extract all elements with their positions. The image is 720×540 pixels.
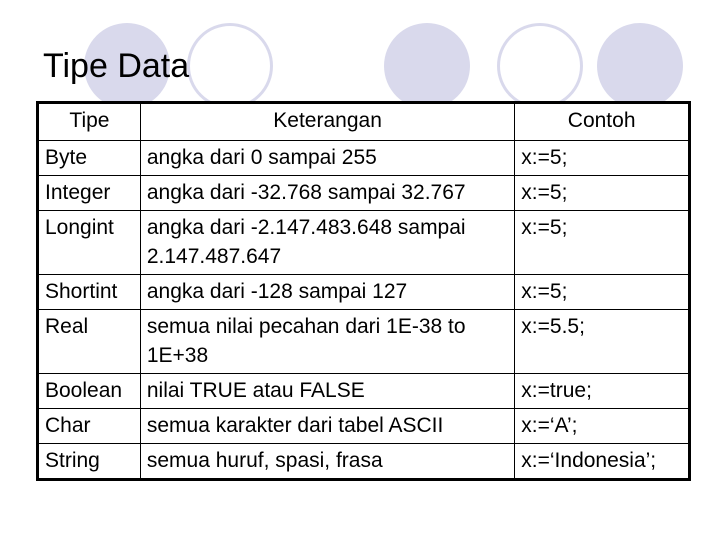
table-row: Char semua karakter dari tabel ASCII x:=… [37, 408, 690, 444]
cell-keterangan: nilai TRUE atau FALSE [139, 373, 516, 409]
table-row: Longint angka dari -2.147.483.648 sampai… [37, 210, 690, 275]
slide-title: Tipe Data [43, 47, 190, 85]
data-types-table: Tipe Keterangan Contoh Byte angka dari 0… [36, 101, 691, 481]
cell-contoh: x:=true; [514, 373, 690, 409]
cell-contoh: x:=‘Indonesia’; [514, 443, 690, 480]
header-contoh: Contoh [514, 102, 690, 141]
decorative-circle-filled [597, 23, 683, 109]
cell-tipe: Shortint [37, 274, 141, 310]
cell-keterangan: angka dari 0 sampai 255 [139, 140, 516, 176]
table-row: String semua huruf, spasi, frasa x:=‘Ind… [37, 443, 690, 480]
cell-contoh: x:=5; [514, 175, 690, 211]
cell-keterangan: semua karakter dari tabel ASCII [139, 408, 516, 444]
decorative-circle-outline [497, 23, 583, 109]
cell-contoh: x:=5; [514, 210, 690, 275]
cell-contoh: x:=5.5; [514, 309, 690, 374]
cell-tipe: Byte [37, 140, 141, 176]
cell-tipe: Longint [37, 210, 141, 275]
table-row: Real semua nilai pecahan dari 1E-38 to 1… [37, 309, 690, 374]
cell-contoh: x:=‘A’; [514, 408, 690, 444]
header-keterangan: Keterangan [139, 102, 516, 141]
cell-keterangan: semua huruf, spasi, frasa [139, 443, 516, 480]
decorative-circle-filled [384, 23, 470, 109]
table-row: Integer angka dari -32.768 sampai 32.767… [37, 175, 690, 211]
table-header-row: Tipe Keterangan Contoh [37, 102, 690, 141]
cell-keterangan: semua nilai pecahan dari 1E-38 to 1E+38 [139, 309, 516, 374]
decorative-circle-outline [187, 23, 273, 109]
cell-tipe: Integer [37, 175, 141, 211]
cell-tipe: Real [37, 309, 141, 374]
table-row: Boolean nilai TRUE atau FALSE x:=true; [37, 373, 690, 409]
cell-keterangan: angka dari -2.147.483.648 sampai 2.147.4… [139, 210, 516, 275]
cell-tipe: Boolean [37, 373, 141, 409]
cell-tipe: Char [37, 408, 141, 444]
table-row: Byte angka dari 0 sampai 255 x:=5; [37, 140, 690, 176]
table-row: Shortint angka dari -128 sampai 127 x:=5… [37, 274, 690, 310]
cell-tipe: String [37, 443, 141, 480]
header-tipe: Tipe [37, 102, 141, 141]
cell-contoh: x:=5; [514, 274, 690, 310]
cell-contoh: x:=5; [514, 140, 690, 176]
cell-keterangan: angka dari -128 sampai 127 [139, 274, 516, 310]
cell-keterangan: angka dari -32.768 sampai 32.767 [139, 175, 516, 211]
